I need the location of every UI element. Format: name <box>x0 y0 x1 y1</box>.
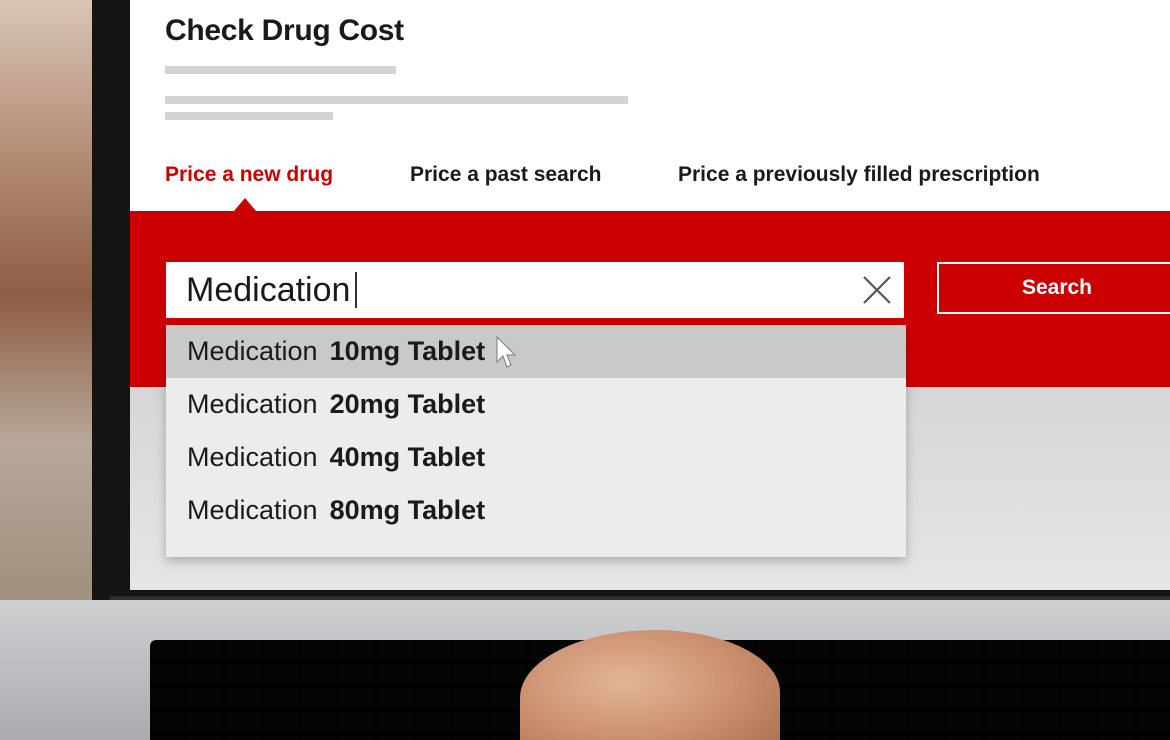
suggestion-dose: 20mg Tablet <box>329 389 486 419</box>
suggestion-item[interactable]: Medication 20mg Tablet <box>166 378 906 431</box>
suggestion-dose: 40mg Tablet <box>329 442 486 472</box>
mouse-pointer-icon <box>496 336 517 368</box>
caret-up-icon <box>234 198 256 211</box>
suggestion-name: Medication <box>187 495 318 525</box>
search-input-value: Medication <box>186 270 351 309</box>
placeholder-line <box>165 112 333 120</box>
page-title: Check Drug Cost <box>165 14 404 47</box>
search-button[interactable]: Search <box>937 262 1170 314</box>
close-icon[interactable] <box>862 275 892 305</box>
suggestion-name: Medication <box>187 389 318 419</box>
drug-search-input[interactable]: Medication <box>166 262 904 318</box>
placeholder-line <box>165 66 396 74</box>
suggestion-item[interactable]: Medication 80mg Tablet <box>166 484 906 537</box>
browser-screen: Check Drug Cost Price a new drug Price a… <box>130 0 1170 590</box>
text-cursor <box>355 272 358 308</box>
suggestion-item[interactable]: Medication 10mg Tablet <box>166 325 906 378</box>
placeholder-line <box>165 96 628 104</box>
suggestion-name: Medication <box>187 336 318 366</box>
suggestion-name: Medication <box>187 442 318 472</box>
tab-price-previous-prescription[interactable]: Price a previously filled prescription <box>678 163 1040 187</box>
suggestion-item[interactable]: Medication 40mg Tablet <box>166 431 906 484</box>
tab-price-new-drug[interactable]: Price a new drug <box>165 163 333 187</box>
suggestion-dropdown: Medication 10mg Tablet Medication 20mg T… <box>166 325 906 557</box>
suggestion-dose: 10mg Tablet <box>329 336 486 366</box>
suggestion-dose: 80mg Tablet <box>329 495 486 525</box>
tab-price-past-search[interactable]: Price a past search <box>410 163 601 187</box>
